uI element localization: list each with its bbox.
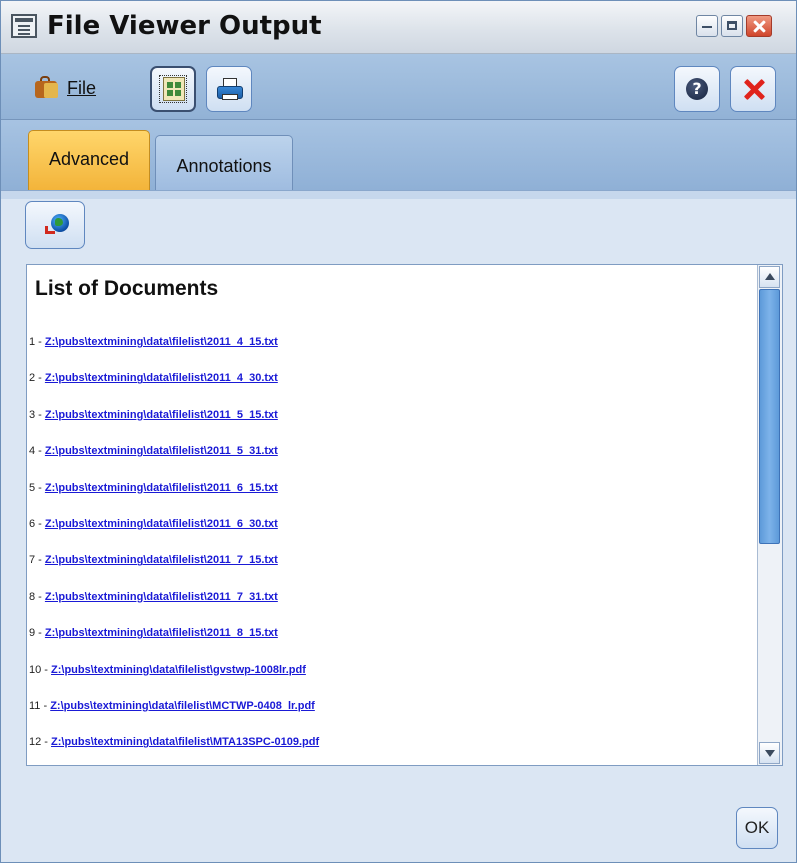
document-link[interactable]: Z:\pubs\textmining\data\filelist\2011_5_… [45,409,278,421]
list-item: 5 - Z:\pubs\textmining\data\filelist\201… [27,481,755,517]
document-link[interactable]: Z:\pubs\textmining\data\filelist\2011_4_… [45,372,278,384]
document-list: 1 - Z:\pubs\textmining\data\filelist\201… [27,335,755,765]
list-item: 12 - Z:\pubs\textmining\data\filelist\MT… [27,735,755,765]
export-grid-icon [167,82,181,96]
help-icon: ? [686,78,708,100]
document-link[interactable]: Z:\pubs\textmining\data\filelist\2011_6_… [45,482,278,494]
briefcase-icon [35,76,59,98]
ok-button[interactable]: OK [736,807,778,849]
document-link[interactable]: Z:\pubs\textmining\data\filelist\2011_7_… [45,591,278,603]
tab-divider [1,190,796,199]
document-link[interactable]: Z:\pubs\textmining\data\filelist\2011_8_… [45,627,278,639]
export-button[interactable] [150,66,196,112]
list-item: 8 - Z:\pubs\textmining\data\filelist\201… [27,590,755,626]
document-link[interactable]: Z:\pubs\textmining\data\filelist\2011_4_… [45,336,278,348]
print-button[interactable] [206,66,252,112]
title-bar[interactable]: File Viewer Output [1,1,796,54]
document-number: 11 - [29,699,51,712]
document-number: 12 - [29,736,52,749]
window-close-button[interactable] [746,15,772,37]
scroll-thumb[interactable] [759,289,780,544]
document-number: 4 - [29,445,45,458]
document-number: 2 - [29,372,45,385]
tab-annotations[interactable]: Annotations [155,135,293,190]
window-title: File Viewer Output [47,11,322,41]
document-link[interactable]: Z:\pubs\textmining\data\filelist\MTA13SP… [51,736,319,748]
document-number: 5 - [29,481,45,494]
list-item: 11 - Z:\pubs\textmining\data\filelist\MC… [27,699,755,735]
list-item: 9 - Z:\pubs\textmining\data\filelist\201… [27,626,755,662]
close-output-button[interactable] [730,66,776,112]
minimize-button[interactable] [696,15,718,37]
document-link[interactable]: Z:\pubs\textmining\data\filelist\2011_6_… [45,518,278,530]
launch-browser-button[interactable] [25,201,85,249]
list-item: 10 - Z:\pubs\textmining\data\filelist\gv… [27,663,755,699]
maximize-button[interactable] [721,15,743,37]
document-link[interactable]: Z:\pubs\textmining\data\filelist\2011_7_… [45,554,278,566]
list-item: 2 - Z:\pubs\textmining\data\filelist\201… [27,371,755,407]
window-app-icon [11,14,37,38]
document-number: 6 - [29,517,45,530]
tab-strip: Advanced Annotations [1,120,796,190]
list-item: 1 - Z:\pubs\textmining\data\filelist\201… [27,335,755,371]
list-item: 7 - Z:\pubs\textmining\data\filelist\201… [27,553,755,589]
document-link[interactable]: Z:\pubs\textmining\data\filelist\MCTWP-0… [50,700,315,712]
document-number: 7 - [29,554,45,567]
scroll-up-button[interactable] [759,266,780,288]
scroll-down-button[interactable] [759,742,780,764]
close-icon [742,77,766,101]
list-item: 3 - Z:\pubs\textmining\data\filelist\201… [27,408,755,444]
file-menu-label: File [67,78,96,99]
vertical-scrollbar[interactable] [757,265,782,765]
document-number: 10 - [29,663,52,676]
document-link[interactable]: Z:\pubs\textmining\data\filelist\2011_5_… [45,445,278,457]
help-button[interactable]: ? [674,66,720,112]
list-item: 4 - Z:\pubs\textmining\data\filelist\201… [27,444,755,480]
document-number: 9 - [29,627,45,640]
file-menu-label-text: File [67,78,97,98]
document-list-heading: List of Documents [35,277,219,300]
document-list-panel: List of Documents 1 - Z:\pubs\textmining… [26,264,783,766]
globe-icon [45,214,71,238]
document-link[interactable]: Z:\pubs\textmining\data\filelist\gvstwp-… [51,664,306,676]
list-item: 6 - Z:\pubs\textmining\data\filelist\201… [27,517,755,553]
tab-advanced[interactable]: Advanced [28,130,150,190]
toolbar: File ? [1,54,796,120]
document-number: 1 - [29,336,45,348]
printer-icon [217,78,243,102]
document-number: 8 - [29,590,45,603]
document-number: 3 - [29,408,45,421]
file-viewer-window: File Viewer Output File ? Advanced Annot… [0,0,797,863]
